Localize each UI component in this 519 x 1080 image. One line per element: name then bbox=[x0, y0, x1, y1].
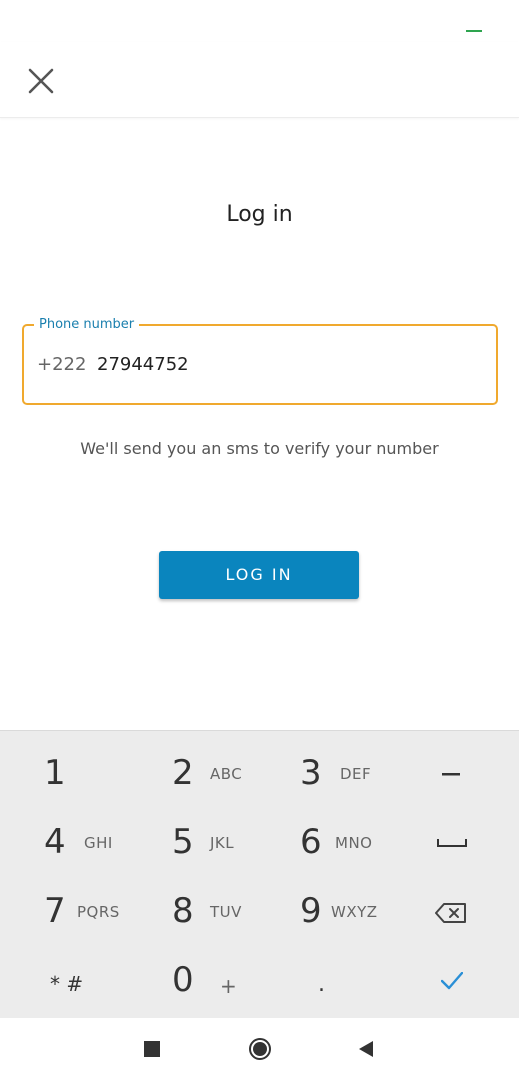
done-key[interactable] bbox=[420, 950, 490, 1012]
status-indicator-icon bbox=[466, 30, 482, 32]
back-button[interactable] bbox=[347, 1029, 387, 1069]
key-letters: JKL bbox=[210, 834, 235, 852]
check-icon bbox=[441, 972, 463, 990]
key-letters: + bbox=[220, 974, 238, 998]
home-icon bbox=[249, 1038, 271, 1060]
key-0[interactable]: 0 + bbox=[160, 950, 280, 1012]
key-letters: WXYZ bbox=[331, 903, 378, 921]
key-letters: MNO bbox=[335, 834, 373, 852]
key-digit: 7 bbox=[44, 891, 66, 931]
recents-button[interactable] bbox=[132, 1029, 172, 1069]
backspace-icon bbox=[435, 903, 466, 923]
space-key[interactable] bbox=[420, 812, 490, 874]
key-digit: 5 bbox=[172, 822, 194, 862]
sms-helper-text: We'll send you an sms to verify your num… bbox=[80, 439, 439, 458]
key-8[interactable]: 8 TUV bbox=[160, 881, 280, 943]
key-period[interactable]: . bbox=[290, 950, 410, 1012]
back-icon bbox=[359, 1041, 373, 1057]
key-4[interactable]: 4 GHI bbox=[30, 812, 150, 874]
key-letters: PQRS bbox=[77, 903, 120, 921]
recents-icon bbox=[144, 1041, 160, 1057]
key-9[interactable]: 9 WXYZ bbox=[290, 881, 410, 943]
key-5[interactable]: 5 JKL bbox=[160, 812, 280, 874]
key-3[interactable]: 3 DEF bbox=[290, 743, 410, 805]
key-digit: 8 bbox=[172, 891, 194, 931]
home-button[interactable] bbox=[240, 1029, 280, 1069]
key-2[interactable]: 2 ABC bbox=[160, 743, 280, 805]
close-button[interactable] bbox=[20, 60, 62, 102]
key-letters: GHI bbox=[84, 834, 113, 852]
close-icon bbox=[28, 68, 54, 94]
space-icon bbox=[437, 839, 467, 847]
key-digit: * # bbox=[50, 972, 84, 996]
key-digit: 6 bbox=[300, 822, 322, 862]
phone-number-input[interactable]: 27944752 bbox=[97, 354, 189, 375]
login-button[interactable]: LOG IN bbox=[159, 551, 359, 599]
page-title: Log in bbox=[226, 202, 293, 227]
key-6[interactable]: 6 MNO bbox=[290, 812, 410, 874]
key-star-hash[interactable]: * # bbox=[30, 950, 150, 1012]
key-digit: 3 bbox=[300, 753, 322, 793]
key-1[interactable]: 1 bbox=[30, 743, 150, 805]
key-letters: TUV bbox=[210, 903, 242, 921]
phone-number-field[interactable]: Phone number +222 27944752 bbox=[22, 317, 498, 405]
numeric-keypad: 1 2 ABC 3 DEF 4 GHI 5 JKL 6 MNO 7 PQRS 8… bbox=[0, 730, 519, 1018]
minus-key[interactable] bbox=[420, 743, 490, 805]
key-digit: 2 bbox=[172, 753, 194, 793]
key-digit: 4 bbox=[44, 822, 66, 862]
backspace-key[interactable] bbox=[420, 881, 490, 943]
key-digit: 9 bbox=[300, 891, 322, 931]
app-bar bbox=[0, 42, 519, 118]
key-letters: ABC bbox=[210, 765, 243, 783]
key-digit: 0 bbox=[172, 960, 194, 1000]
key-digit: 1 bbox=[44, 753, 66, 793]
phone-number-label: Phone number bbox=[34, 317, 140, 333]
country-code[interactable]: +222 bbox=[37, 354, 86, 375]
key-letters: DEF bbox=[340, 765, 372, 783]
minus-icon bbox=[442, 773, 460, 776]
system-nav-bar bbox=[0, 1018, 519, 1080]
key-digit: . bbox=[318, 972, 325, 997]
key-7[interactable]: 7 PQRS bbox=[30, 881, 150, 943]
status-bar bbox=[0, 0, 519, 42]
